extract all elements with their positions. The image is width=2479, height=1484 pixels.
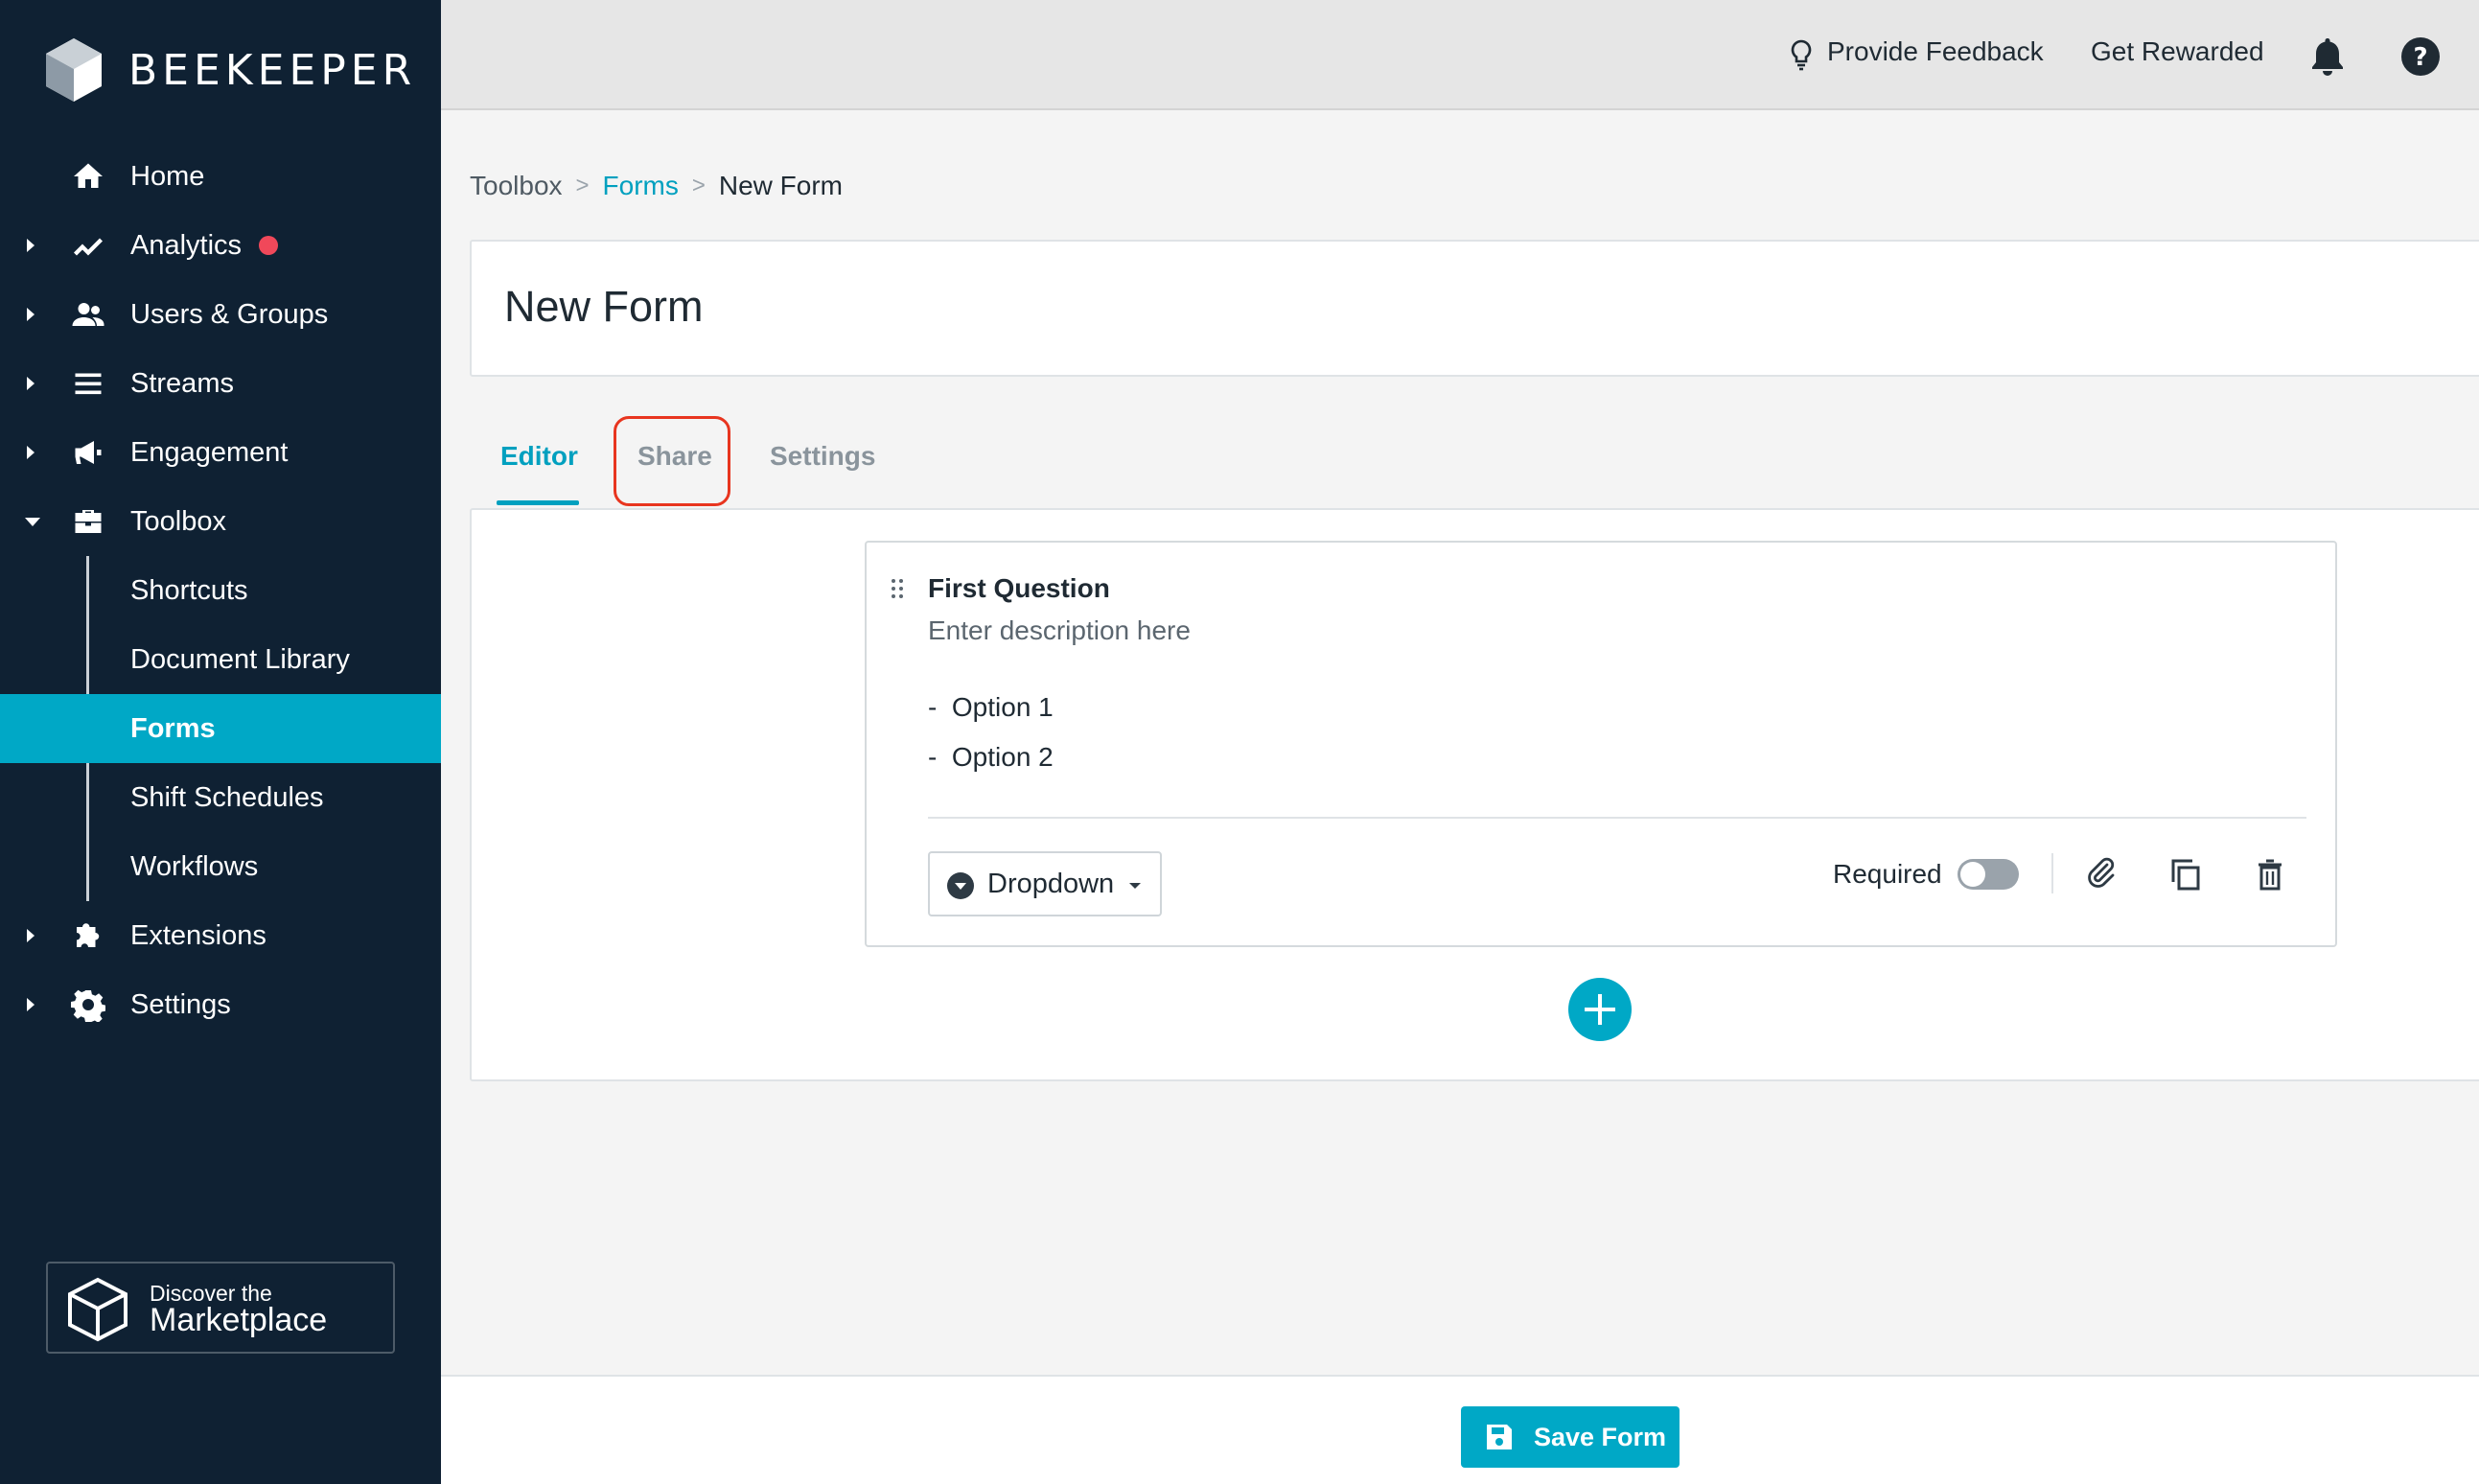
active-tab-indicator: [497, 500, 579, 505]
chevron-right-icon[interactable]: [27, 239, 35, 252]
question-title[interactable]: First Question: [928, 573, 1110, 604]
breadcrumb-forms[interactable]: Forms: [603, 171, 679, 201]
brand-name: BEEKEEPER: [128, 45, 417, 95]
sidebar-item-label: Extensions: [130, 919, 266, 951]
dropdown-type-icon: [947, 872, 974, 899]
option-prefix: -: [928, 742, 938, 772]
option-label: Option 2: [951, 742, 1054, 772]
breadcrumb-separator: >: [575, 173, 590, 198]
drag-handle-icon[interactable]: [892, 579, 907, 600]
breadcrumb: Toolbox > Forms > New Form: [470, 171, 843, 201]
option-prefix: -: [928, 692, 938, 722]
sidebar-item-label: Streams: [130, 367, 234, 399]
floppy-disk-icon: [1487, 1425, 1512, 1449]
tab-settings[interactable]: Settings: [770, 441, 875, 472]
chevron-right-icon[interactable]: [27, 929, 35, 942]
question-description[interactable]: Enter description here: [928, 615, 1191, 646]
option-label: Option 1: [951, 692, 1054, 722]
toolbox-icon: [69, 502, 107, 541]
sidebar-item-label: Users & Groups: [130, 298, 329, 330]
sidebar: BEEKEEPER Home Analytics Users & Groups …: [0, 0, 441, 1484]
discover-marketplace-button[interactable]: Discover the Marketplace: [46, 1262, 395, 1354]
list-item[interactable]: - Option 2: [928, 742, 1054, 773]
breadcrumb-toolbox[interactable]: Toolbox: [470, 171, 563, 201]
toggle-knob: [1960, 862, 1985, 887]
question-card[interactable]: First Question Enter description here - …: [865, 541, 2337, 947]
attachment-icon[interactable]: [2082, 855, 2120, 893]
sidebar-item-label: Shift Schedules: [130, 781, 324, 813]
sidebar-item-document-library[interactable]: Document Library: [0, 625, 441, 694]
sidebar-item-label: Home: [130, 160, 205, 192]
help-icon[interactable]: ?: [2400, 36, 2441, 81]
question-type-label: Dropdown: [987, 869, 1115, 899]
sidebar-item-extensions[interactable]: Extensions: [0, 901, 441, 970]
breadcrumb-separator: >: [691, 173, 706, 198]
sidebar-item-label: Workflows: [130, 850, 259, 882]
trash-icon[interactable]: [2251, 855, 2289, 893]
divider: [2051, 853, 2053, 893]
lightbulb-icon: [1789, 38, 1814, 76]
sidebar-item-label: Forms: [130, 712, 216, 744]
beekeeper-logo[interactable]: BEEKEEPER: [46, 38, 416, 102]
chevron-down-icon[interactable]: [25, 517, 40, 526]
page-title[interactable]: New Form: [504, 282, 704, 332]
tab-editor[interactable]: Editor: [500, 441, 578, 472]
sidebar-item-home[interactable]: Home: [0, 142, 441, 211]
required-label: Required: [1833, 859, 1942, 889]
footer-bar: [441, 1375, 2479, 1484]
provide-feedback-link[interactable]: Provide Feedback: [1827, 36, 2044, 67]
sidebar-item-engagement[interactable]: Engagement: [0, 418, 441, 487]
question-type-dropdown[interactable]: Dropdown: [928, 851, 1162, 916]
duplicate-icon[interactable]: [2166, 855, 2205, 893]
chevron-right-icon[interactable]: [27, 446, 35, 459]
gear-icon: [69, 985, 107, 1024]
sidebar-item-workflows[interactable]: Workflows: [0, 832, 441, 901]
sidebar-item-label: Shortcuts: [130, 574, 248, 606]
bell-icon[interactable]: [2308, 35, 2347, 81]
users-icon: [69, 295, 107, 334]
share-tab-highlight: [614, 416, 730, 506]
sidebar-item-label: Document Library: [130, 643, 350, 675]
add-question-button[interactable]: [1568, 978, 1632, 1041]
sidebar-item-users-groups[interactable]: Users & Groups: [0, 280, 441, 349]
analytics-icon: [69, 226, 107, 265]
sidebar-item-analytics[interactable]: Analytics: [0, 211, 441, 280]
puzzle-icon: [69, 916, 107, 955]
sidebar-item-label: Engagement: [130, 436, 289, 468]
save-form-button[interactable]: Save Form: [1461, 1406, 1680, 1468]
sidebar-item-shift-schedules[interactable]: Shift Schedules: [0, 763, 441, 832]
chevron-right-icon[interactable]: [27, 998, 35, 1011]
sidebar-item-streams[interactable]: Streams: [0, 349, 441, 418]
streams-icon: [69, 364, 107, 403]
sidebar-item-toolbox[interactable]: Toolbox: [0, 487, 441, 556]
sidebar-item-shortcuts[interactable]: Shortcuts: [0, 556, 441, 625]
sidebar-item-label: Analytics: [130, 229, 243, 261]
sidebar-item-settings[interactable]: Settings: [0, 970, 441, 1039]
megaphone-icon: [69, 433, 107, 472]
required-toggle[interactable]: [1958, 859, 2019, 890]
sidebar-item-label: Settings: [130, 988, 231, 1020]
caret-down-icon: [1129, 883, 1141, 889]
home-icon: [69, 157, 107, 196]
get-rewarded-link[interactable]: Get Rewarded: [2091, 36, 2264, 67]
save-form-label: Save Form: [1534, 1423, 1667, 1451]
sidebar-item-label: Toolbox: [130, 505, 226, 537]
svg-text:?: ?: [2413, 43, 2427, 72]
cube-icon: [68, 1277, 127, 1342]
list-item[interactable]: - Option 1: [928, 692, 1054, 723]
chevron-right-icon[interactable]: [27, 377, 35, 390]
breadcrumb-current: New Form: [718, 171, 843, 200]
sidebar-item-forms[interactable]: Forms: [0, 694, 441, 763]
beekeeper-logo-icon: [46, 38, 102, 102]
title-card: New Form: [470, 240, 2479, 377]
chevron-right-icon[interactable]: [27, 308, 35, 321]
divider: [928, 817, 2306, 819]
notification-dot: [259, 236, 278, 255]
marketplace-line2: Marketplace: [150, 1302, 328, 1338]
